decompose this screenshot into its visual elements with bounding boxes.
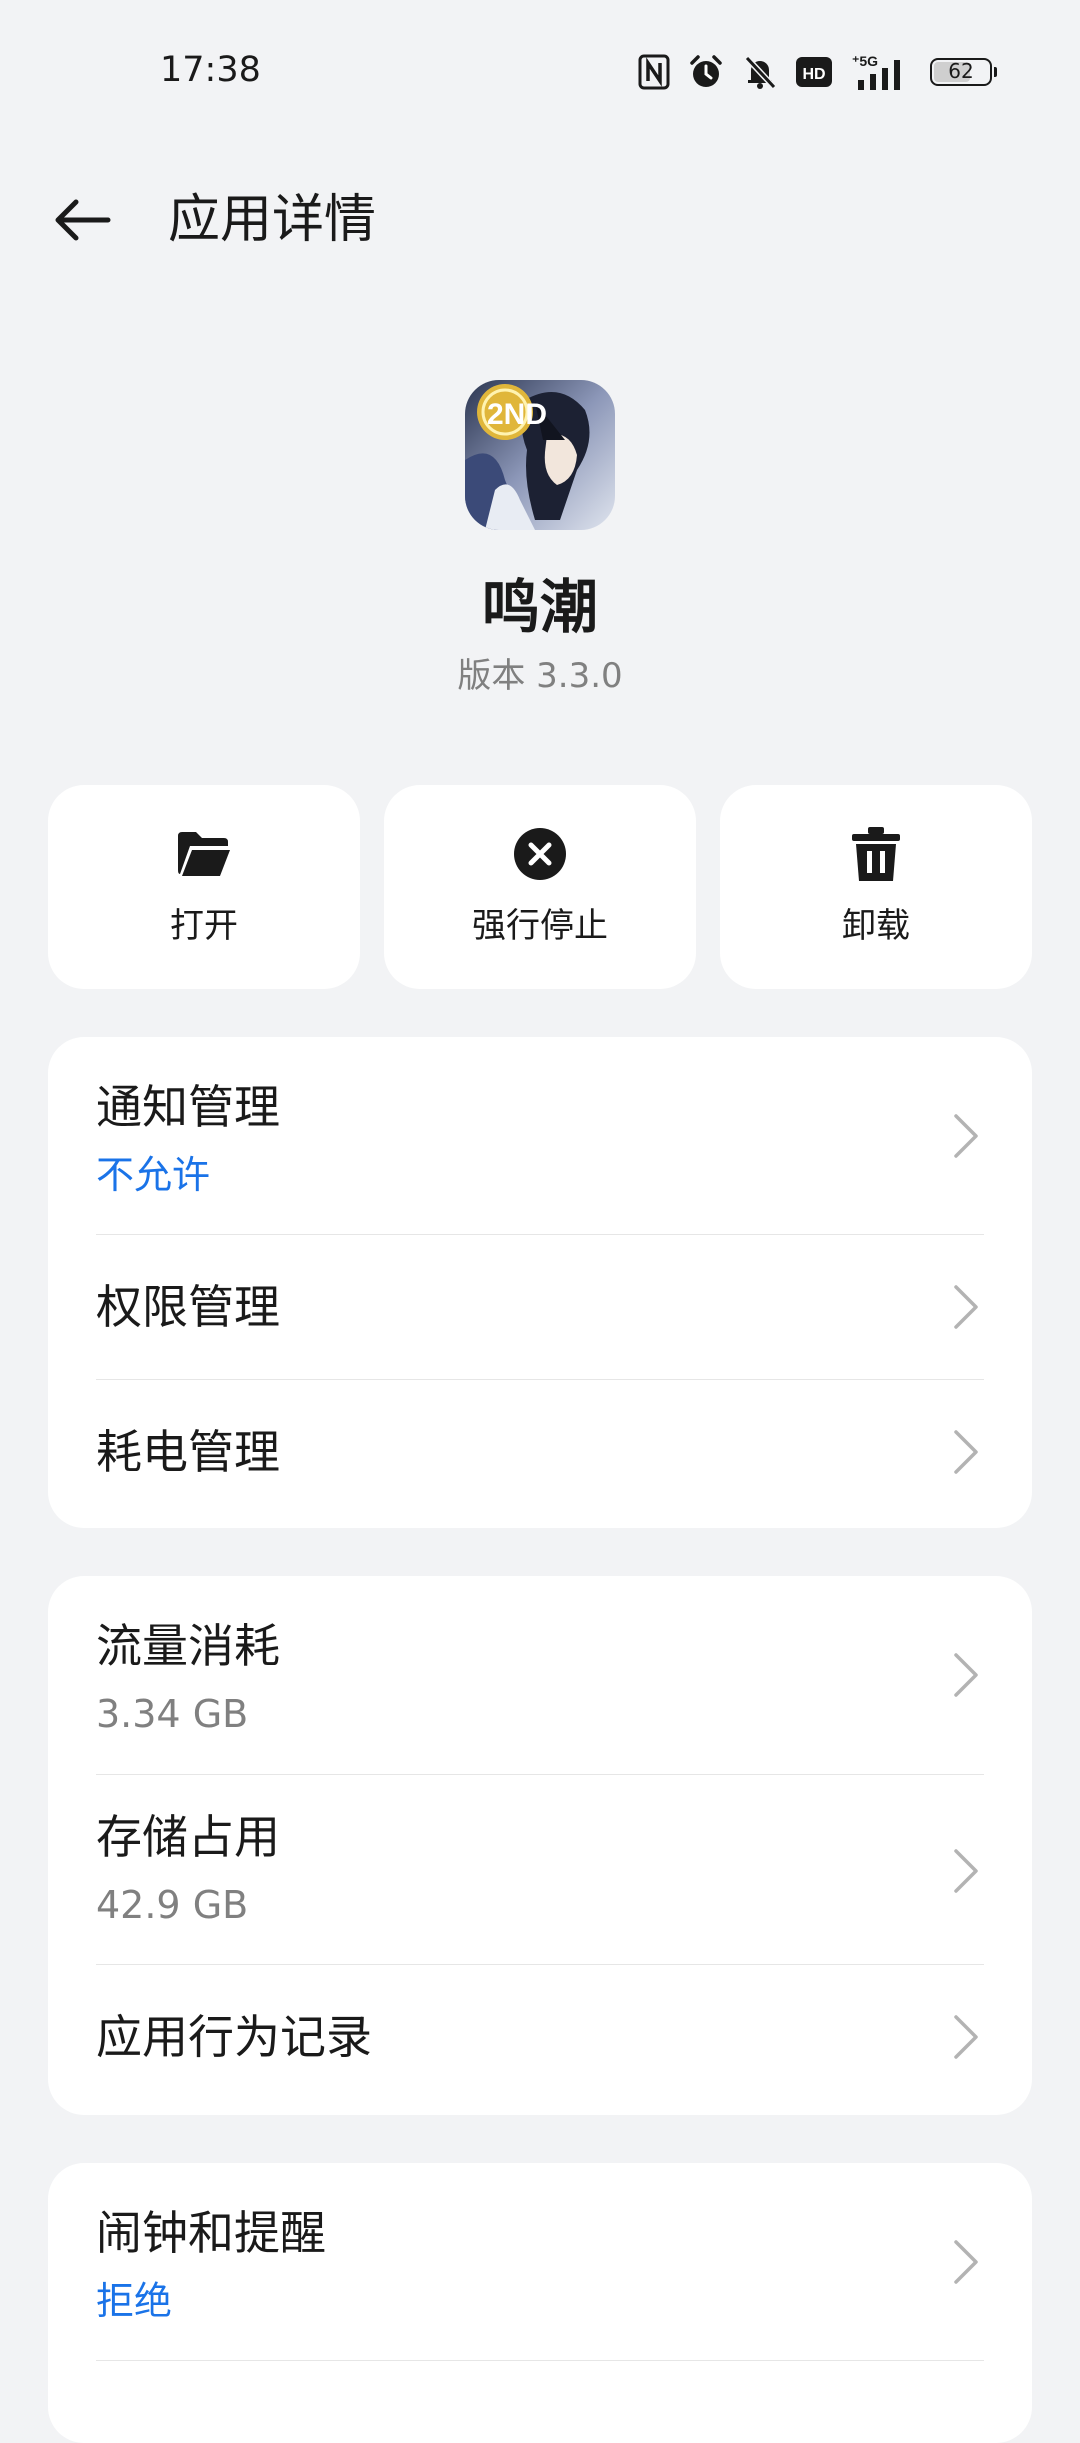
app-icon-badge: 2ND: [487, 398, 547, 431]
chevron-right-icon: [954, 1114, 978, 1158]
uninstall-button[interactable]: 卸载: [720, 785, 1032, 989]
close-circle-icon: [513, 826, 567, 882]
uninstall-label: 卸载: [842, 906, 910, 946]
action-buttons: 打开 强行停止 卸载: [48, 785, 1032, 989]
back-button[interactable]: [42, 188, 122, 252]
5g-signal-icon: ⁺5G: [850, 52, 912, 92]
row-title: 通知管理: [96, 1080, 280, 1134]
permission-management-row[interactable]: 权限管理: [96, 1235, 984, 1380]
app-icon: 2ND: [465, 380, 615, 530]
row-title: 耗电管理: [96, 1425, 280, 1479]
app-name: 鸣潮: [481, 573, 598, 641]
svg-text:⁺5G: ⁺5G: [852, 53, 878, 69]
app-behavior-record-row[interactable]: 应用行为记录: [96, 1965, 984, 2115]
back-arrow-icon: [55, 199, 111, 241]
force-stop-button[interactable]: 强行停止: [384, 785, 696, 989]
chevron-right-icon: [954, 1285, 978, 1329]
data-usage-row[interactable]: 流量消耗 3.34 GB: [96, 1576, 984, 1775]
open-label: 打开: [170, 906, 238, 946]
nfc-icon: [638, 54, 670, 90]
folder-icon: [176, 826, 232, 882]
row-subtitle: 拒绝: [96, 2279, 173, 2323]
battery-icon: 62: [930, 58, 997, 86]
app-info: 2ND 鸣潮 版本 3.3.0: [0, 380, 1080, 698]
storage-usage-row[interactable]: 存储占用 42.9 GB: [96, 1775, 984, 1965]
row-subtitle: 3.34 GB: [96, 1692, 249, 1736]
alarm-icon: [688, 54, 724, 90]
status-icons: HD ⁺5G 62: [638, 50, 997, 94]
management-card: 通知管理 不允许 权限管理 耗电管理: [48, 1037, 1032, 1528]
hd-icon: HD: [796, 57, 832, 87]
app-bar: 应用详情: [0, 170, 1080, 270]
mute-icon: [742, 54, 778, 90]
row-title: 权限管理: [96, 1280, 280, 1334]
chevron-right-icon: [954, 2015, 978, 2059]
trash-icon: [851, 826, 901, 882]
row-subtitle: 42.9 GB: [96, 1883, 249, 1927]
notification-management-row[interactable]: 通知管理 不允许: [96, 1037, 984, 1235]
force-stop-label: 强行停止: [472, 906, 608, 946]
svg-text:HD: HD: [802, 66, 825, 83]
row-title: 应用行为记录: [96, 2010, 372, 2064]
power-management-row[interactable]: 耗电管理: [96, 1380, 984, 1528]
open-button[interactable]: 打开: [48, 785, 360, 989]
row-title: 存储占用: [96, 1810, 280, 1864]
alarms-card: 闹钟和提醒 拒绝: [48, 2163, 1032, 2443]
row-subtitle: 不允许: [96, 1153, 211, 1197]
chevron-right-icon: [954, 1430, 978, 1474]
chevron-right-icon: [954, 1653, 978, 1697]
app-version: 版本 3.3.0: [457, 656, 623, 696]
alarms-reminders-row[interactable]: 闹钟和提醒 拒绝: [96, 2163, 984, 2361]
row-title: 流量消耗: [96, 1619, 280, 1673]
chevron-right-icon: [954, 2240, 978, 2284]
usage-card: 流量消耗 3.34 GB 存储占用 42.9 GB 应用行为记录: [48, 1576, 1032, 2115]
row-title: 闹钟和提醒: [96, 2206, 326, 2260]
page-title: 应用详情: [168, 190, 377, 250]
status-bar: 17:38 HD ⁺5G 62: [0, 0, 1080, 140]
status-time: 17:38: [160, 50, 261, 90]
chevron-right-icon: [954, 1849, 978, 1893]
battery-level: 62: [948, 59, 974, 83]
